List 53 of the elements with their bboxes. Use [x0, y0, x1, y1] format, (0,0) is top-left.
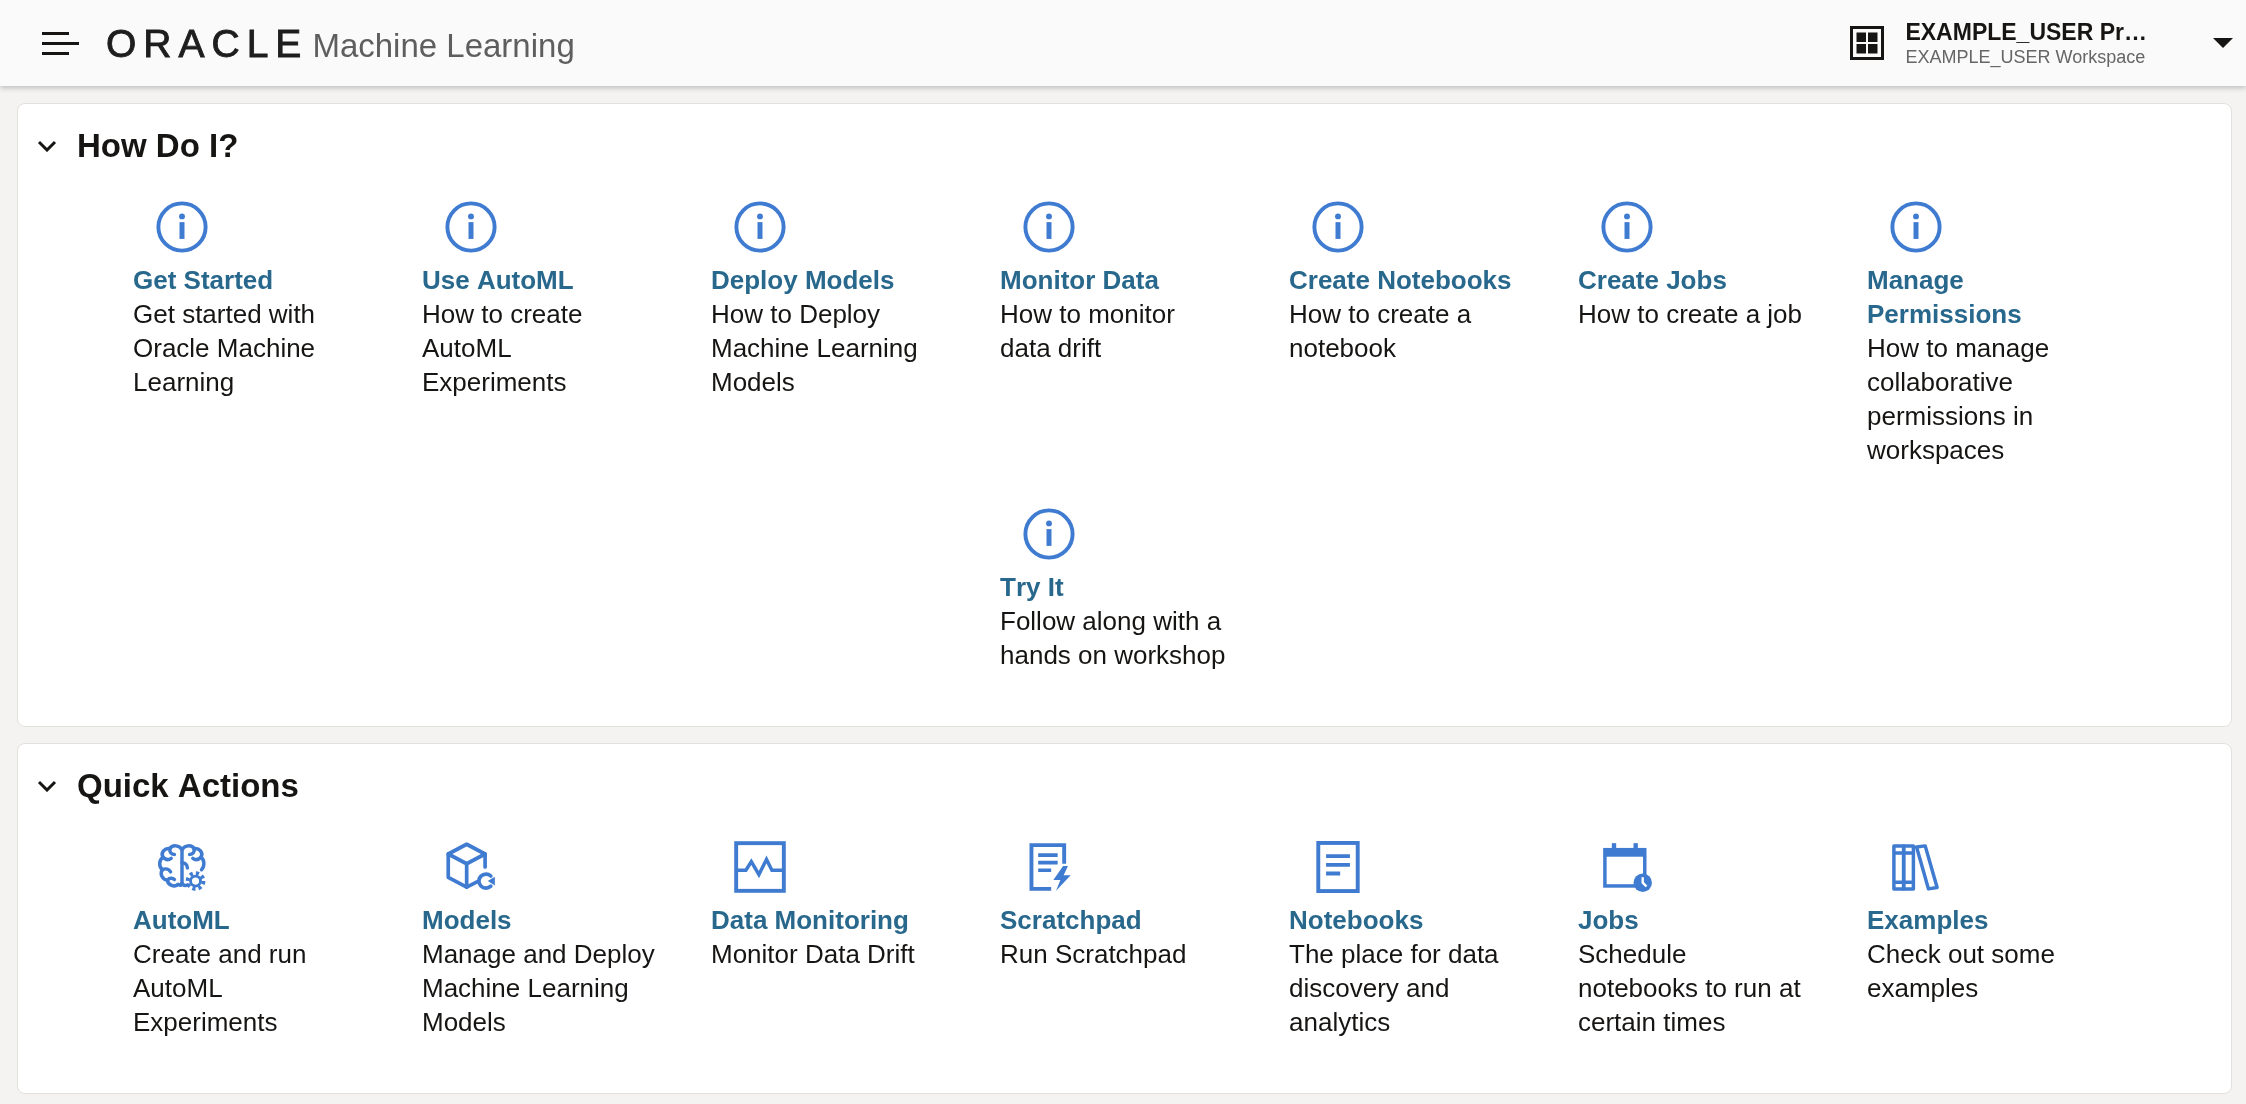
info-icon — [445, 201, 497, 253]
tile-title[interactable]: Monitor Data — [1000, 263, 1159, 297]
info-icon — [1601, 201, 1653, 253]
tile-title[interactable]: Examples — [1867, 903, 1989, 937]
tile-title[interactable]: Deploy Models — [711, 263, 895, 297]
tile-title[interactable]: Notebooks — [1289, 903, 1424, 937]
info-icon — [1312, 201, 1364, 253]
info-icon — [1023, 508, 1075, 560]
tile-description: The place for data discovery and analytics — [1289, 938, 1500, 1039]
tile-description: How to create a notebook — [1289, 298, 1473, 365]
tile-title[interactable]: Data Monitoring — [711, 903, 909, 937]
caret-icon — [2213, 38, 2233, 48]
cube-icon — [445, 841, 497, 893]
tile-title[interactable]: Create Notebooks — [1289, 263, 1512, 297]
tile-description: Monitor Data Drift — [711, 938, 915, 971]
tile-description: Follow along with a hands on workshop — [1000, 605, 1227, 672]
tile-description: Create and run AutoML Experiments — [133, 938, 308, 1039]
tile-description: How to monitor data drift — [1000, 298, 1176, 365]
brain-gear-icon — [156, 841, 208, 893]
tile-description: Manage and Deploy Machine Learning Models — [422, 938, 656, 1039]
tile-description: Schedule notebooks to run at certain times — [1578, 938, 1802, 1039]
tile-description: How to Deploy Machine Learning Models — [711, 298, 919, 399]
info-icon — [1890, 201, 1942, 253]
tile-title[interactable]: Create Jobs — [1578, 263, 1727, 297]
tile-description: Check out some examples — [1867, 938, 2056, 1005]
chevron-icon[interactable] — [37, 780, 57, 792]
grid-icon — [1850, 26, 1885, 60]
tile-title[interactable]: AutoML — [133, 903, 230, 937]
menu-icon[interactable] — [42, 31, 79, 55]
tile-title[interactable]: Use AutoML — [422, 263, 574, 297]
tile-description: How to manage collaborative permissions in workspaces — [1867, 332, 2051, 467]
info-icon — [156, 201, 208, 253]
workspace-selector[interactable]: EXAMPLE_USER Pr… EXAMPLE_USER Workspace — [1850, 18, 2233, 68]
tile-title[interactable]: Get Started — [133, 263, 274, 297]
section-title: Quick Actions — [77, 766, 299, 806]
calendar-clock-icon — [1601, 841, 1653, 893]
tile-title[interactable]: Jobs — [1578, 903, 1639, 937]
tile-description: How to create a job — [1578, 298, 1802, 331]
section-title: How Do I? — [77, 126, 239, 166]
logo: ORACLE — [106, 23, 309, 63]
chevron-icon[interactable] — [37, 140, 57, 152]
tile-description: Get started with Oracle Machine Learning — [133, 298, 317, 399]
tile-description: Run Scratchpad — [1000, 938, 1187, 971]
tile-title[interactable]: Manage Permissions — [1867, 263, 2096, 331]
tile-title[interactable]: Scratchpad — [1000, 903, 1142, 937]
info-icon — [734, 201, 786, 253]
app-title: Machine Learning — [312, 28, 575, 62]
tile-title[interactable]: Try It — [1000, 570, 1064, 604]
line-chart-icon — [734, 841, 786, 893]
tile-title[interactable]: Models — [422, 903, 512, 937]
tile-description: How to create AutoML Experiments — [422, 298, 584, 399]
info-icon — [1023, 201, 1075, 253]
books-icon — [1890, 841, 1942, 893]
